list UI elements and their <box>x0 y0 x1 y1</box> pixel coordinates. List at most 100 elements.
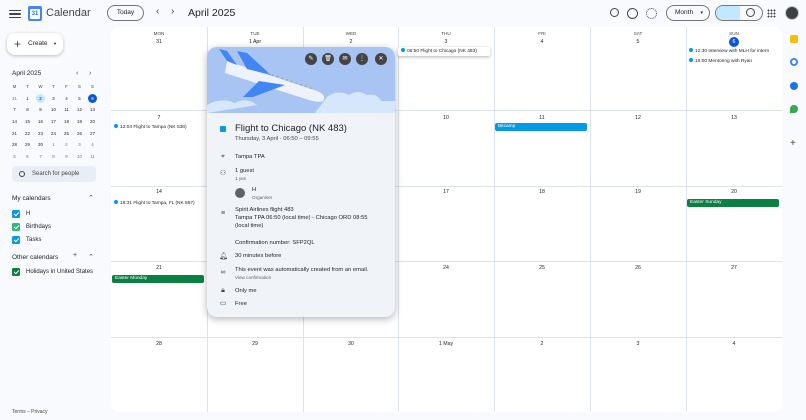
mini-day[interactable]: 3 <box>47 94 60 106</box>
calendar-item-holidays[interactable]: Holidays in United States <box>12 268 93 278</box>
settings-gear-icon[interactable] <box>646 8 657 19</box>
day-number[interactable]: 14 <box>111 189 207 195</box>
day-number[interactable]: 24 <box>398 265 494 271</box>
more-options-icon[interactable]: ⋮ <box>356 53 368 65</box>
mini-day[interactable]: 16 <box>34 117 47 129</box>
my-calendars-title[interactable]: My calendars <box>12 195 51 202</box>
mini-day[interactable]: 15 <box>21 117 34 129</box>
day-number[interactable]: 18 <box>494 189 590 195</box>
mini-day[interactable]: 12 <box>73 105 86 117</box>
tasks-icon[interactable] <box>790 58 798 66</box>
add-addon-plus-icon[interactable]: + <box>790 139 796 149</box>
delete-event-icon[interactable]: 🗑 <box>322 53 334 65</box>
day-number[interactable]: 17 <box>398 189 494 195</box>
edit-event-icon[interactable]: ✎ <box>305 53 317 65</box>
chevron-up-icon[interactable]: ⌃ <box>88 253 94 261</box>
mini-day[interactable]: 8 <box>47 152 60 164</box>
mini-day[interactable]: 27 <box>86 129 99 141</box>
day-number-today[interactable]: 6 <box>686 37 782 47</box>
day-number[interactable]: 4 <box>494 39 590 45</box>
mini-day[interactable]: 11 <box>86 152 99 164</box>
day-number[interactable]: 4 <box>686 341 782 347</box>
contacts-icon[interactable] <box>790 82 798 90</box>
day-number[interactable]: 28 <box>111 341 207 347</box>
mini-day[interactable]: 23 <box>34 129 47 141</box>
day-number[interactable]: 2 <box>303 39 399 45</box>
day-number[interactable]: 26 <box>590 265 686 271</box>
day-number[interactable]: 27 <box>686 265 782 271</box>
day-number[interactable]: 25 <box>494 265 590 271</box>
mini-day-today[interactable]: 6 <box>86 93 99 106</box>
event-bitcamp[interactable]: Bitcamp <box>495 123 587 131</box>
mini-day[interactable]: 28 <box>8 140 21 152</box>
day-number[interactable]: 11 <box>494 115 590 121</box>
mini-day[interactable]: 2 <box>60 140 73 152</box>
account-avatar[interactable] <box>785 6 799 20</box>
day-number[interactable]: 31 <box>111 39 207 45</box>
close-icon[interactable]: ✕ <box>375 53 387 65</box>
day-number[interactable]: 20 <box>686 189 782 195</box>
mini-day-selected[interactable]: 2 <box>34 93 47 106</box>
next-month-icon[interactable]: › <box>171 7 174 17</box>
other-calendars-title[interactable]: Other calendars <box>12 254 58 261</box>
mini-prev-icon[interactable]: ‹ <box>76 70 78 78</box>
day-number[interactable]: 1 May <box>398 341 494 347</box>
mini-day[interactable]: 25 <box>60 129 73 141</box>
mini-day[interactable]: 7 <box>34 152 47 164</box>
mini-day[interactable]: 11 <box>60 105 73 117</box>
mini-day[interactable]: 30 <box>34 140 47 152</box>
day-number[interactable]: 12 <box>590 115 686 121</box>
mini-day[interactable]: 18 <box>60 117 73 129</box>
create-button[interactable]: + Create ▼ <box>7 33 63 55</box>
day-number[interactable]: 3 <box>398 39 494 45</box>
day-number[interactable]: 10 <box>398 115 494 121</box>
view-confirmation-link[interactable]: View confirmation <box>235 275 271 280</box>
day-number[interactable]: 7 <box>111 115 207 121</box>
day-number[interactable]: 5 <box>590 39 686 45</box>
search-people-input[interactable]: Search for people <box>12 166 96 182</box>
calendar-item-h[interactable]: H <box>12 210 30 220</box>
calendar-logo-icon[interactable]: 31 <box>28 6 42 21</box>
event-easter-sunday[interactable]: Easter Sunday <box>687 199 779 207</box>
day-number[interactable]: 21 <box>111 265 207 271</box>
mini-day[interactable]: 4 <box>60 94 73 106</box>
terms-privacy-links[interactable]: Terms – Privacy <box>12 409 48 415</box>
mini-day[interactable]: 9 <box>34 105 47 117</box>
checkbox-icon[interactable] <box>12 223 20 231</box>
view-switcher-button[interactable]: Month ▾ <box>666 5 710 21</box>
today-button[interactable]: Today <box>107 5 144 21</box>
mini-day[interactable]: 19 <box>73 117 86 129</box>
event-easter-monday[interactable]: Easter Monday <box>112 275 204 283</box>
main-menu-icon[interactable] <box>9 8 21 19</box>
mini-day[interactable]: 20 <box>86 117 99 129</box>
event-flight-chicago-selected[interactable]: 06:50 Flight to Chicago (NK 483) <box>398 47 490 56</box>
mini-day[interactable]: 24 <box>47 129 60 141</box>
mini-day[interactable]: 8 <box>21 105 34 117</box>
day-number[interactable]: 29 <box>207 341 303 347</box>
mini-day[interactable]: 21 <box>8 129 21 141</box>
mini-day[interactable]: 14 <box>8 117 21 129</box>
event-location[interactable]: Tampa TPA <box>235 153 265 161</box>
mini-day[interactable]: 26 <box>73 129 86 141</box>
mini-day[interactable]: 10 <box>73 152 86 164</box>
calendar-item-tasks[interactable]: Tasks <box>12 236 41 246</box>
day-number[interactable]: 2 <box>494 341 590 347</box>
day-number[interactable]: 3 <box>590 341 686 347</box>
checkbox-icon[interactable] <box>12 268 20 276</box>
chevron-up-icon[interactable]: ⌃ <box>88 194 94 202</box>
tasks-view-icon[interactable] <box>746 8 755 17</box>
mini-day[interactable]: 29 <box>21 140 34 152</box>
day-number[interactable]: 30 <box>303 341 399 347</box>
mini-day[interactable]: 6 <box>21 152 34 164</box>
mini-next-icon[interactable]: › <box>89 70 91 78</box>
checkbox-icon[interactable] <box>12 210 20 218</box>
email-guests-icon[interactable]: ✉ <box>339 53 351 65</box>
event-mentoring[interactable]: 16:00 Mentoring with Ryan <box>689 58 752 65</box>
maps-icon[interactable] <box>790 105 798 113</box>
mini-day[interactable]: 1 <box>47 140 60 152</box>
day-number[interactable]: 1 Apr <box>207 39 303 45</box>
calendar-tasks-toggle[interactable] <box>715 5 763 21</box>
mini-day[interactable]: 1 <box>21 94 34 106</box>
add-calendar-plus-icon[interactable]: + <box>73 252 77 259</box>
calendar-item-birthdays[interactable]: Birthdays <box>12 223 51 233</box>
